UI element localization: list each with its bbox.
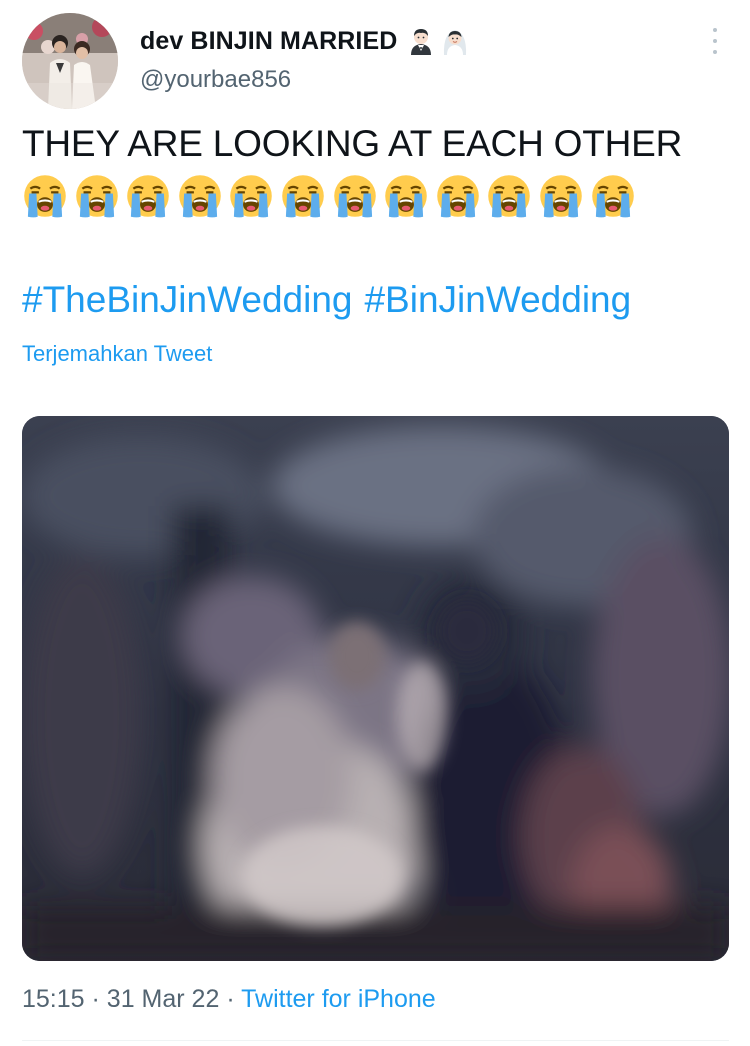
avatar[interactable] bbox=[22, 13, 118, 109]
avatar-photo-icon bbox=[22, 13, 118, 109]
loudly-crying-face-icon bbox=[75, 175, 118, 218]
tweet-text: THEY ARE LOOKING AT EACH OTHER bbox=[22, 123, 683, 164]
name-emojis bbox=[407, 27, 469, 55]
meta-separator: · bbox=[226, 985, 235, 1013]
crying-emoji bbox=[591, 174, 635, 223]
blurry-wedding-photo-icon bbox=[22, 416, 729, 961]
hashtags: #TheBinJinWedding #BinJinWedding bbox=[22, 279, 643, 321]
hashtag-link[interactable]: #BinJinWedding bbox=[364, 279, 631, 320]
crying-emoji bbox=[436, 174, 480, 223]
author-name-row[interactable]: dev BINJIN MARRIED bbox=[140, 24, 469, 58]
crying-emoji bbox=[281, 174, 325, 223]
tweet-date[interactable]: 31 Mar 22 bbox=[107, 985, 220, 1013]
loudly-crying-face-icon bbox=[282, 175, 324, 218]
groom-emoji-icon bbox=[411, 29, 432, 55]
loudly-crying-face-icon bbox=[540, 175, 582, 218]
loudly-crying-face-icon bbox=[436, 175, 479, 218]
tweet: dev BINJIN MARRIED @yourbae856 THEY ARE … bbox=[0, 0, 750, 1046]
meta-separator: · bbox=[91, 985, 100, 1013]
crying-emoji bbox=[178, 174, 222, 223]
loudly-crying-face-icon bbox=[230, 175, 273, 218]
crying-emoji bbox=[487, 174, 531, 223]
more-vertical-icon[interactable] bbox=[705, 26, 725, 56]
translate-tweet-link[interactable]: Terjemahkan Tweet bbox=[22, 341, 212, 367]
crying-emoji-row bbox=[23, 174, 635, 223]
crying-emoji bbox=[126, 174, 170, 223]
loudly-crying-face-icon bbox=[488, 175, 531, 218]
loudly-crying-face-icon bbox=[179, 175, 221, 218]
loudly-crying-face-icon bbox=[333, 175, 376, 218]
divider bbox=[22, 1040, 729, 1041]
tweet-source-link[interactable]: Twitter for iPhone bbox=[241, 985, 436, 1013]
display-name[interactable]: dev BINJIN MARRIED bbox=[140, 27, 397, 56]
tweet-time[interactable]: 15:15 bbox=[22, 985, 85, 1013]
crying-emoji bbox=[384, 174, 428, 223]
tweet-media-photo[interactable] bbox=[22, 416, 729, 961]
crying-emoji bbox=[539, 174, 583, 223]
tweet-meta: 15:15 · 31 Mar 22 · Twitter for iPhone bbox=[22, 985, 436, 1014]
hashtag-link[interactable]: #TheBinJinWedding bbox=[22, 279, 352, 320]
crying-emoji bbox=[333, 174, 377, 223]
crying-emoji bbox=[23, 174, 67, 223]
loudly-crying-face-icon bbox=[591, 175, 634, 218]
bride-with-veil-emoji-icon bbox=[444, 30, 467, 55]
crying-emoji bbox=[75, 174, 119, 223]
loudly-crying-face-icon bbox=[385, 175, 427, 218]
crying-emoji bbox=[229, 174, 273, 223]
author-handle[interactable]: @yourbae856 bbox=[140, 66, 291, 94]
loudly-crying-face-icon bbox=[24, 175, 66, 218]
loudly-crying-face-icon bbox=[127, 175, 169, 218]
